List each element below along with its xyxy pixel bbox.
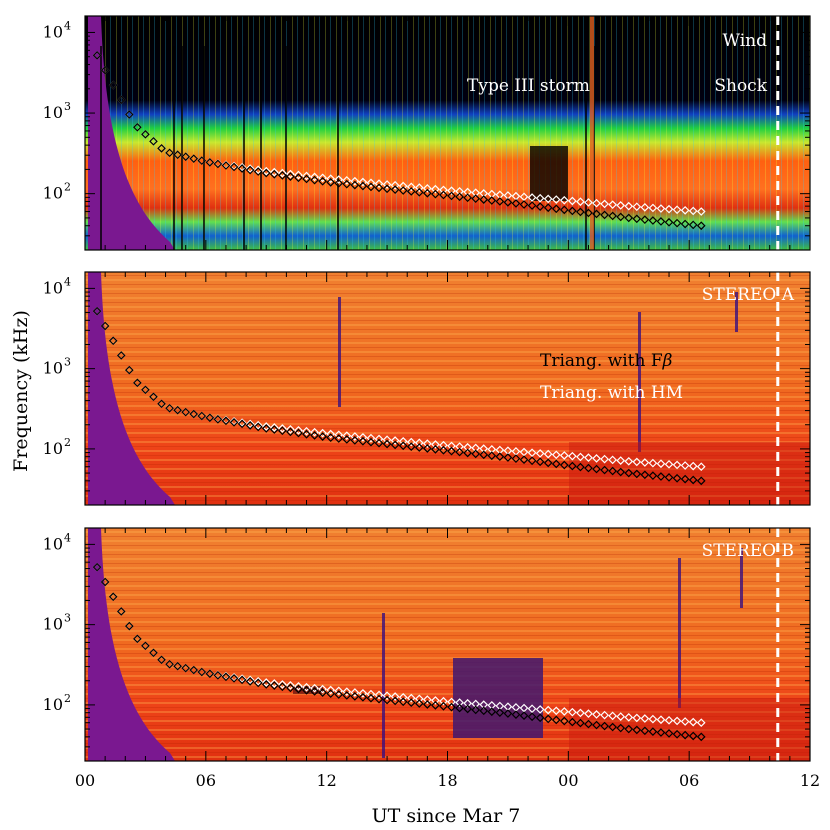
legend-f-beta: Triang. with Fβ xyxy=(540,351,673,371)
y-tick-exponent: 4 xyxy=(64,531,71,544)
y-tick-exponent: 4 xyxy=(64,275,71,288)
wind-dark-streak xyxy=(173,46,175,250)
y-tick-exponent: 3 xyxy=(64,612,71,625)
y-axis-title: Frequency (kHz) xyxy=(10,310,32,472)
stereo-a-panel-label: STEREO A xyxy=(702,285,795,305)
legend-beta-symbol: β xyxy=(662,351,673,371)
type-iii-storm-annotation: Type III storm xyxy=(467,76,590,96)
stereo-a-type-iii-burst xyxy=(338,297,341,407)
x-tick-label: 06 xyxy=(679,771,699,790)
y-tick-exponent: 4 xyxy=(64,19,71,32)
wind-dark-streak xyxy=(285,46,287,250)
stereo-b-dark-patch xyxy=(453,658,543,738)
y-tick-label: 10 xyxy=(43,439,63,458)
y-tick-label: 10 xyxy=(43,22,63,41)
y-tick-label: 10 xyxy=(43,184,63,203)
y-tick-exponent: 3 xyxy=(64,100,71,113)
legend-f-beta-prefix: Triang. with F xyxy=(540,351,663,371)
x-tick-label: 18 xyxy=(437,771,457,790)
y-tick-label: 10 xyxy=(43,359,63,378)
y-tick-exponent: 2 xyxy=(64,692,71,705)
wind-dark-streak xyxy=(260,46,262,250)
y-tick-label: 10 xyxy=(43,103,63,122)
stereo-b-type-iii-burst xyxy=(382,613,385,758)
y-tick-label: 10 xyxy=(43,695,63,714)
x-tick-label: 12 xyxy=(316,771,336,790)
stereo-b-panel-label: STEREO B xyxy=(702,541,794,561)
x-tick-label: 00 xyxy=(558,771,578,790)
y-tick-label: 10 xyxy=(43,615,63,634)
stereo-b-type-iii-burst xyxy=(678,558,681,708)
wind-panel-label: Wind xyxy=(723,31,768,51)
y-tick-exponent: 3 xyxy=(64,356,71,369)
y-tick-exponent: 2 xyxy=(64,181,71,194)
wind-dark-streak xyxy=(203,46,205,250)
y-tick-label: 10 xyxy=(43,534,63,553)
wind-gap xyxy=(530,146,568,201)
shock-annotation: Shock xyxy=(714,76,767,96)
spectrogram-panels xyxy=(85,16,810,761)
wind-dark-streak xyxy=(337,46,339,250)
x-tick-label: 12 xyxy=(800,771,820,790)
x-tick-label: 06 xyxy=(196,771,216,790)
y-tick-label: 10 xyxy=(43,278,63,297)
wind-dark-streak xyxy=(181,46,183,250)
wind-dark-streak xyxy=(243,46,245,250)
x-tick-label: 00 xyxy=(75,771,95,790)
radio-spectrogram-figure: 10 210 310 410 210 310 410 210 310 400 06 12 18 00 06 1… xyxy=(10,15,820,827)
legend-hm: Triang. with HM xyxy=(540,383,683,403)
stereo-a-type-iii-burst xyxy=(638,312,641,452)
y-tick-exponent: 2 xyxy=(64,436,71,449)
wind-dark-streak xyxy=(100,46,102,250)
x-axis-title: UT since Mar 7 xyxy=(372,805,521,827)
